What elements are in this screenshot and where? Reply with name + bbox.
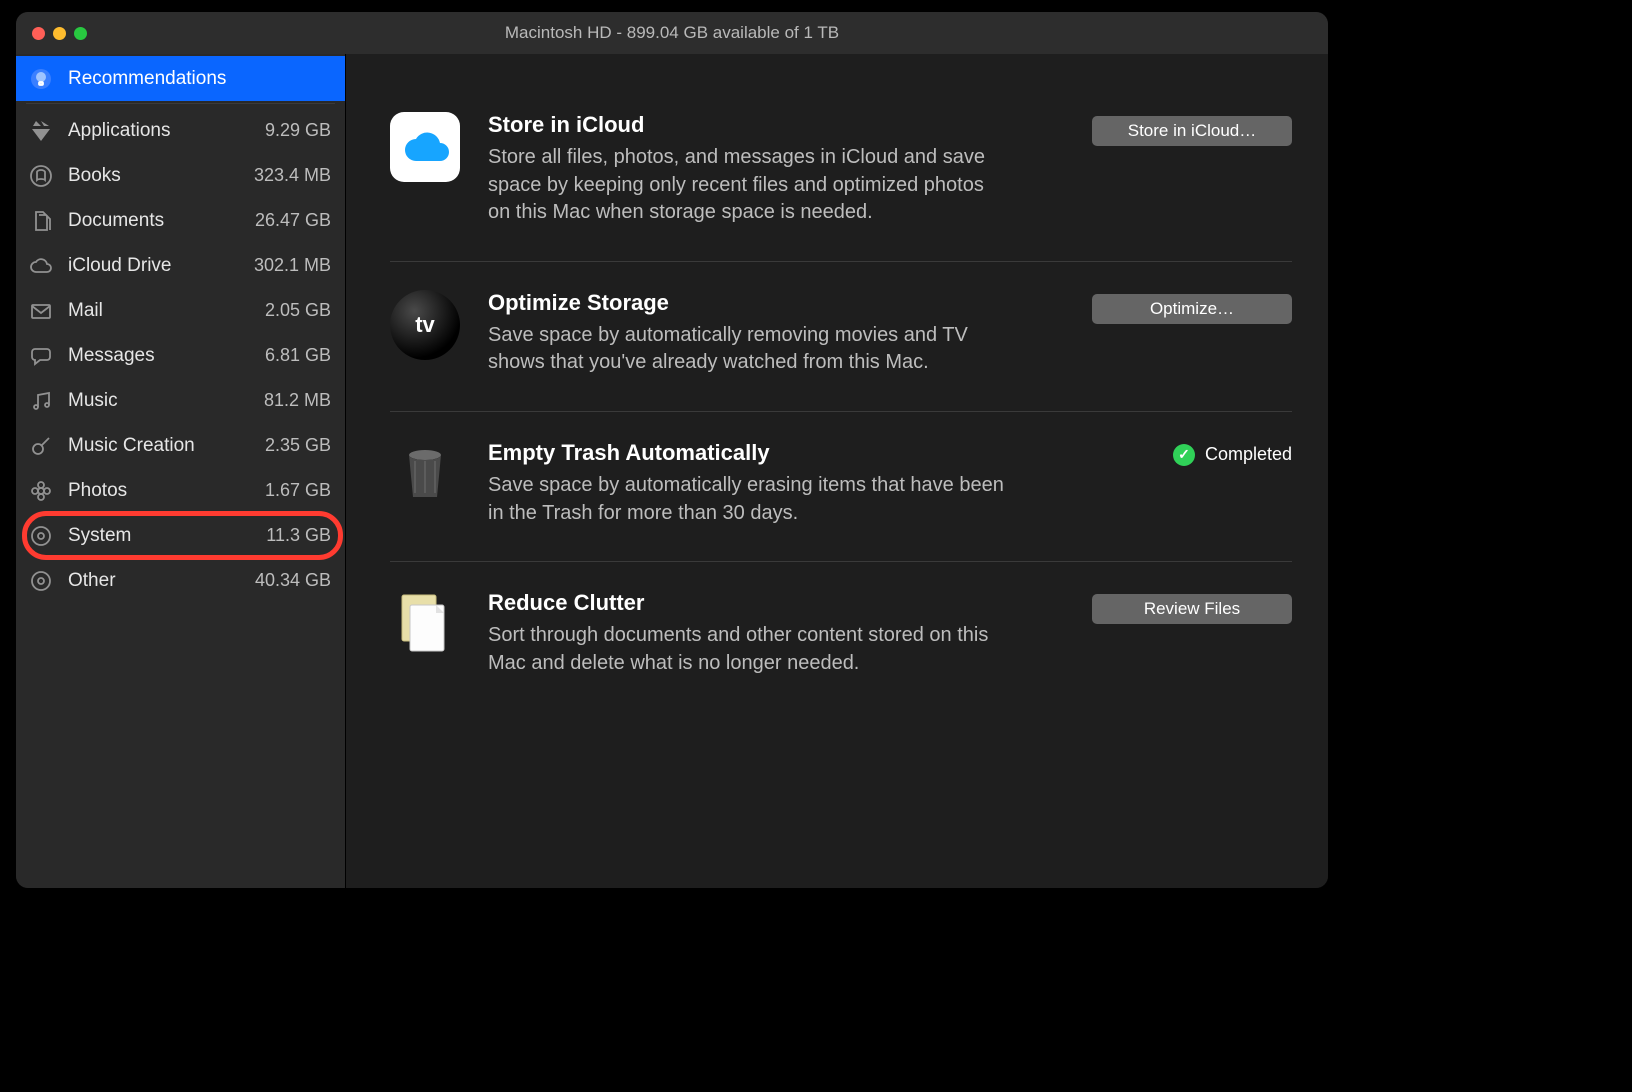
sidebar-item-label: Music <box>68 390 256 412</box>
recommendation-optimize-storage: tv Optimize Storage Save space by automa… <box>390 262 1292 412</box>
checkmark-icon: ✓ <box>1173 444 1195 466</box>
sidebar-item-mail[interactable]: Mail 2.05 GB <box>16 288 345 333</box>
sidebar-item-size: 26.47 GB <box>255 210 331 231</box>
sidebar-item-label: System <box>68 525 258 547</box>
sidebar-item-label: iCloud Drive <box>68 255 246 277</box>
optimize-button[interactable]: Optimize… <box>1092 294 1292 324</box>
storage-management-window: Macintosh HD - 899.04 GB available of 1 … <box>16 12 1328 888</box>
recommendation-desc: Sort through documents and other content… <box>488 622 1008 677</box>
review-files-button[interactable]: Review Files <box>1092 594 1292 624</box>
sidebar-item-size: 11.3 GB <box>266 525 331 546</box>
recommendation-desc: Save space by automatically removing mov… <box>488 322 1008 377</box>
sidebar-divider <box>26 103 335 104</box>
sidebar-item-label: Recommendations <box>68 68 331 90</box>
sidebar-item-label: Photos <box>68 480 257 502</box>
sidebar-item-size: 40.34 GB <box>255 570 331 591</box>
trash-icon <box>390 440 460 510</box>
recommendation-title: Empty Trash Automatically <box>488 440 1082 466</box>
store-in-icloud-button[interactable]: Store in iCloud… <box>1092 116 1292 146</box>
apple-tv-icon: tv <box>390 290 460 360</box>
recommendation-reduce-clutter: Reduce Clutter Sort through documents an… <box>390 562 1292 711</box>
recommendations-pane: Store in iCloud Store all files, photos,… <box>346 54 1328 888</box>
window-title: Macintosh HD - 899.04 GB available of 1 … <box>16 23 1328 43</box>
sidebar-item-label: Books <box>68 165 246 187</box>
recommendation-desc: Store all files, photos, and messages in… <box>488 144 1008 227</box>
sidebar-item-size: 81.2 MB <box>264 390 331 411</box>
sidebar-item-size: 1.67 GB <box>265 480 331 501</box>
sidebar-item-size: 6.81 GB <box>265 345 331 366</box>
zoom-button[interactable] <box>74 27 87 40</box>
sidebar-item-label: Applications <box>68 120 257 142</box>
sidebar-item-recommendations[interactable]: Recommendations <box>16 56 345 101</box>
sidebar-item-size: 302.1 MB <box>254 255 331 276</box>
completed-label: Completed <box>1205 444 1292 465</box>
applications-icon <box>28 118 54 144</box>
books-icon <box>28 163 54 189</box>
sidebar-item-size: 323.4 MB <box>254 165 331 186</box>
sidebar-item-applications[interactable]: Applications 9.29 GB <box>16 108 345 153</box>
close-button[interactable] <box>32 27 45 40</box>
other-icon <box>28 568 54 594</box>
music-icon <box>28 388 54 414</box>
recommendation-desc: Save space by automatically erasing item… <box>488 472 1008 527</box>
minimize-button[interactable] <box>53 27 66 40</box>
documents-icon <box>28 208 54 234</box>
photos-icon <box>28 478 54 504</box>
sidebar-item-size: 2.35 GB <box>265 435 331 456</box>
sidebar-item-system[interactable]: System 11.3 GB <box>16 513 345 558</box>
sidebar-item-label: Mail <box>68 300 257 322</box>
sidebar-item-label: Documents <box>68 210 247 232</box>
recommendation-store-in-icloud: Store in iCloud Store all files, photos,… <box>390 84 1292 262</box>
lightbulb-icon <box>28 66 54 92</box>
sidebar: Recommendations Applications 9.29 GB Boo… <box>16 54 346 888</box>
recommendation-title: Optimize Storage <box>488 290 1082 316</box>
sidebar-item-messages[interactable]: Messages 6.81 GB <box>16 333 345 378</box>
window-controls <box>16 27 87 40</box>
sidebar-item-music[interactable]: Music 81.2 MB <box>16 378 345 423</box>
messages-icon <box>28 343 54 369</box>
sidebar-item-size: 2.05 GB <box>265 300 331 321</box>
sidebar-item-size: 9.29 GB <box>265 120 331 141</box>
sidebar-item-books[interactable]: Books 323.4 MB <box>16 153 345 198</box>
recommendation-title: Reduce Clutter <box>488 590 1082 616</box>
sidebar-item-label: Other <box>68 570 247 592</box>
completed-status: ✓ Completed <box>1173 444 1292 466</box>
sidebar-item-label: Messages <box>68 345 257 367</box>
recommendation-empty-trash: Empty Trash Automatically Save space by … <box>390 412 1292 562</box>
system-icon <box>28 523 54 549</box>
sidebar-item-photos[interactable]: Photos 1.67 GB <box>16 468 345 513</box>
guitar-icon <box>28 433 54 459</box>
documents-stack-icon <box>390 590 460 660</box>
sidebar-item-documents[interactable]: Documents 26.47 GB <box>16 198 345 243</box>
icloud-icon <box>390 112 460 182</box>
sidebar-item-other[interactable]: Other 40.34 GB <box>16 558 345 603</box>
mail-icon <box>28 298 54 324</box>
titlebar: Macintosh HD - 899.04 GB available of 1 … <box>16 12 1328 54</box>
cloud-icon <box>28 253 54 279</box>
sidebar-item-icloud-drive[interactable]: iCloud Drive 302.1 MB <box>16 243 345 288</box>
sidebar-item-music-creation[interactable]: Music Creation 2.35 GB <box>16 423 345 468</box>
sidebar-item-label: Music Creation <box>68 435 257 457</box>
recommendation-title: Store in iCloud <box>488 112 1082 138</box>
